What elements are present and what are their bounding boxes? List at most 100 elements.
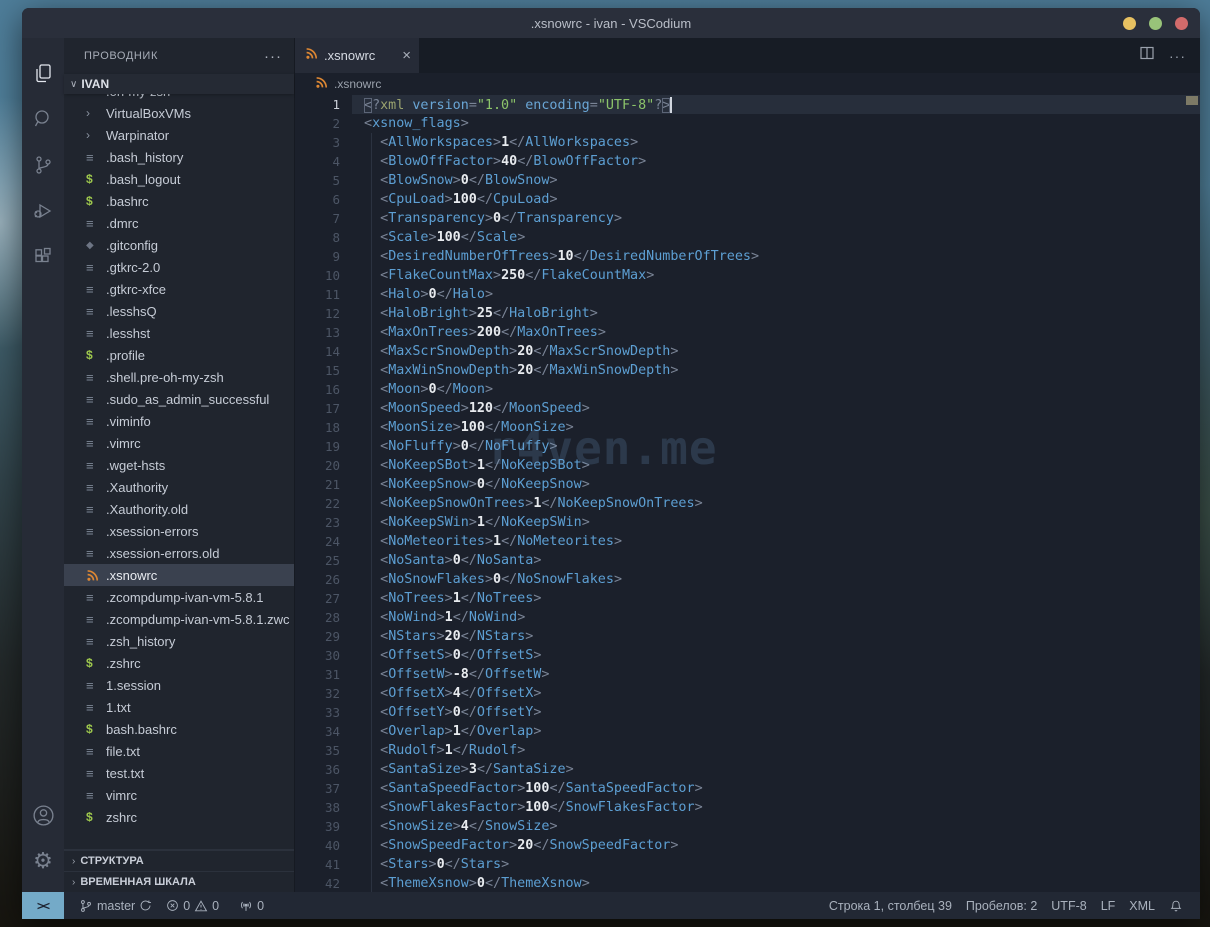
file-item-.lesshsQ[interactable]: ≡.lesshsQ (64, 300, 294, 322)
file-item-1.txt[interactable]: ≡1.txt (64, 696, 294, 718)
code-line-13[interactable]: 13 <MaxOnTrees>200</MaxOnTrees> (295, 323, 1200, 342)
settings-gear-icon[interactable]: ⚙ (22, 838, 64, 884)
file-item-.xsession-errors.old[interactable]: ≡.xsession-errors.old (64, 542, 294, 564)
file-item-.zcompdump-ivan-vm-5.8.1.zwc[interactable]: ≡.zcompdump-ivan-vm-5.8.1.zwc (64, 608, 294, 630)
file-item-.Xauthority.old[interactable]: ≡.Xauthority.old (64, 498, 294, 520)
file-item-test.txt[interactable]: ≡test.txt (64, 762, 294, 784)
outline-panel-header[interactable]: › СТРУКТУРА (64, 850, 294, 871)
code-line-16[interactable]: 16 <Moon>0</Moon> (295, 380, 1200, 399)
file-item-zshrc[interactable]: $zshrc (64, 806, 294, 828)
tab-xsnowrc[interactable]: .xsnowrc × (295, 38, 419, 73)
code-line-9[interactable]: 9 <DesiredNumberOfTrees>10</DesiredNumbe… (295, 247, 1200, 266)
code-line-38[interactable]: 38 <SnowFlakesFactor>100</SnowFlakesFact… (295, 798, 1200, 817)
maximize-button[interactable] (1149, 17, 1162, 30)
file-item-.gtkrc-2.0[interactable]: ≡.gtkrc-2.0 (64, 256, 294, 278)
run-and-debug-icon[interactable] (22, 188, 64, 234)
code-line-1[interactable]: 1<?xml version="1.0" encoding="UTF-8"?> (295, 95, 1200, 114)
code-line-40[interactable]: 40 <SnowSpeedFactor>20</SnowSpeedFactor> (295, 836, 1200, 855)
code-line-17[interactable]: 17 <MoonSpeed>120</MoonSpeed> (295, 399, 1200, 418)
file-item-.zshrc[interactable]: $.zshrc (64, 652, 294, 674)
notifications-bell[interactable] (1162, 899, 1190, 913)
code-editor[interactable]: 1<?xml version="1.0" encoding="UTF-8"?> 2… (295, 95, 1200, 892)
title-bar[interactable]: .xsnowrc - ivan - VSCodium (22, 8, 1200, 38)
workspace-section-header[interactable]: ∨ IVAN (64, 74, 294, 94)
code-line-37[interactable]: 37 <SantaSpeedFactor>100</SantaSpeedFact… (295, 779, 1200, 798)
eol-status[interactable]: LF (1094, 899, 1123, 913)
file-item-.dmrc[interactable]: ≡.dmrc (64, 212, 294, 234)
code-line-41[interactable]: 41 <Stars>0</Stars> (295, 855, 1200, 874)
code-line-35[interactable]: 35 <Rudolf>1</Rudolf> (295, 741, 1200, 760)
file-item-vimrc[interactable]: ≡vimrc (64, 784, 294, 806)
file-item-.zcompdump-ivan-vm-5.8.1[interactable]: ≡.zcompdump-ivan-vm-5.8.1 (64, 586, 294, 608)
file-item-.shell.pre-oh-my-zsh[interactable]: ≡.shell.pre-oh-my-zsh (64, 366, 294, 388)
breadcrumb[interactable]: .xsnowrc (295, 73, 1200, 95)
code-line-34[interactable]: 34 <Overlap>1</Overlap> (295, 722, 1200, 741)
remote-indicator[interactable]: >< (22, 892, 64, 919)
indentation-status[interactable]: Пробелов: 2 (959, 899, 1044, 913)
code-line-10[interactable]: 10 <FlakeCountMax>250</FlakeCountMax> (295, 266, 1200, 285)
code-line-31[interactable]: 31 <OffsetW>-8</OffsetW> (295, 665, 1200, 684)
file-item-.bash-logout[interactable]: $.bash_logout (64, 168, 294, 190)
source-control-icon[interactable] (22, 142, 64, 188)
file-item-bash.bashrc[interactable]: $bash.bashrc (64, 718, 294, 740)
code-line-24[interactable]: 24 <NoMeteorites>1</NoMeteorites> (295, 532, 1200, 551)
code-line-42[interactable]: 42 <ThemeXsnow>0</ThemeXsnow> (295, 874, 1200, 892)
code-line-27[interactable]: 27 <NoTrees>1</NoTrees> (295, 589, 1200, 608)
code-line-20[interactable]: 20 <NoKeepSBot>1</NoKeepSBot> (295, 456, 1200, 475)
timeline-panel-header[interactable]: › ВРЕМЕННАЯ ШКАЛА (64, 871, 294, 892)
problems-status[interactable]: 0 0 (159, 899, 226, 913)
file-item-.bashrc[interactable]: $.bashrc (64, 190, 294, 212)
code-line-30[interactable]: 30 <OffsetS>0</OffsetS> (295, 646, 1200, 665)
file-item-.xsession-errors[interactable]: ≡.xsession-errors (64, 520, 294, 542)
file-item-.Xauthority[interactable]: ≡.Xauthority (64, 476, 294, 498)
file-item-.sudo-as-admin-successful[interactable]: ≡.sudo_as_admin_successful (64, 388, 294, 410)
minimize-button[interactable] (1123, 17, 1136, 30)
language-mode-status[interactable]: XML (1122, 899, 1162, 913)
explorer-more-actions-icon[interactable]: ··· (264, 48, 282, 65)
encoding-status[interactable]: UTF-8 (1044, 899, 1093, 913)
code-line-33[interactable]: 33 <OffsetY>0</OffsetY> (295, 703, 1200, 722)
extensions-icon[interactable] (22, 234, 64, 280)
accounts-icon[interactable] (22, 792, 64, 838)
code-line-4[interactable]: 4 <BlowOffFactor>40</BlowOffFactor> (295, 152, 1200, 171)
code-line-23[interactable]: 23 <NoKeepSWin>1</NoKeepSWin> (295, 513, 1200, 532)
code-line-36[interactable]: 36 <SantaSize>3</SantaSize> (295, 760, 1200, 779)
search-icon[interactable] (22, 96, 64, 142)
git-branch-status[interactable]: master (72, 899, 159, 913)
code-line-18[interactable]: 18 <MoonSize>100</MoonSize> (295, 418, 1200, 437)
file-item-.oh-my-zsh[interactable]: ›.oh-my-zsh (64, 94, 294, 102)
code-line-3[interactable]: 3 <AllWorkspaces>1</AllWorkspaces> (295, 133, 1200, 152)
file-item-.lesshst[interactable]: ≡.lesshst (64, 322, 294, 344)
file-item-.bash-history[interactable]: ≡.bash_history (64, 146, 294, 168)
split-editor-icon[interactable] (1139, 45, 1155, 66)
editor-more-actions-icon[interactable]: ··· (1169, 48, 1186, 64)
code-line-26[interactable]: 26 <NoSnowFlakes>0</NoSnowFlakes> (295, 570, 1200, 589)
file-item-.xsnowrc[interactable]: .xsnowrc (64, 564, 294, 586)
code-line-19[interactable]: 19 <NoFluffy>0</NoFluffy> (295, 437, 1200, 456)
ports-status[interactable]: 0 (232, 899, 271, 913)
file-item-file.txt[interactable]: ≡file.txt (64, 740, 294, 762)
code-line-25[interactable]: 25 <NoSanta>0</NoSanta> (295, 551, 1200, 570)
tab-close-icon[interactable]: × (402, 48, 411, 63)
code-line-12[interactable]: 12 <HaloBright>25</HaloBright> (295, 304, 1200, 323)
file-item-.wget-hsts[interactable]: ≡.wget-hsts (64, 454, 294, 476)
file-item-Warpinator[interactable]: ›Warpinator (64, 124, 294, 146)
code-line-39[interactable]: 39 <SnowSize>4</SnowSize> (295, 817, 1200, 836)
close-button[interactable] (1175, 17, 1188, 30)
code-line-21[interactable]: 21 <NoKeepSnow>0</NoKeepSnow> (295, 475, 1200, 494)
file-item-.zsh-history[interactable]: ≡.zsh_history (64, 630, 294, 652)
code-line-7[interactable]: 7 <Transparency>0</Transparency> (295, 209, 1200, 228)
code-line-22[interactable]: 22 <NoKeepSnowOnTrees>1</NoKeepSnowOnTre… (295, 494, 1200, 513)
code-line-11[interactable]: 11 <Halo>0</Halo> (295, 285, 1200, 304)
code-line-5[interactable]: 5 <BlowSnow>0</BlowSnow> (295, 171, 1200, 190)
code-line-14[interactable]: 14 <MaxScrSnowDepth>20</MaxScrSnowDepth> (295, 342, 1200, 361)
file-item-.gtkrc-xfce[interactable]: ≡.gtkrc-xfce (64, 278, 294, 300)
code-line-6[interactable]: 6 <CpuLoad>100</CpuLoad> (295, 190, 1200, 209)
code-line-28[interactable]: 28 <NoWind>1</NoWind> (295, 608, 1200, 627)
code-line-15[interactable]: 15 <MaxWinSnowDepth>20</MaxWinSnowDepth> (295, 361, 1200, 380)
file-item-.vimrc[interactable]: ≡.vimrc (64, 432, 294, 454)
file-item-.gitconfig[interactable]: ◆.gitconfig (64, 234, 294, 256)
cursor-position-status[interactable]: Строка 1, столбец 39 (822, 899, 959, 913)
file-item-.profile[interactable]: $.profile (64, 344, 294, 366)
explorer-icon[interactable] (22, 50, 64, 96)
